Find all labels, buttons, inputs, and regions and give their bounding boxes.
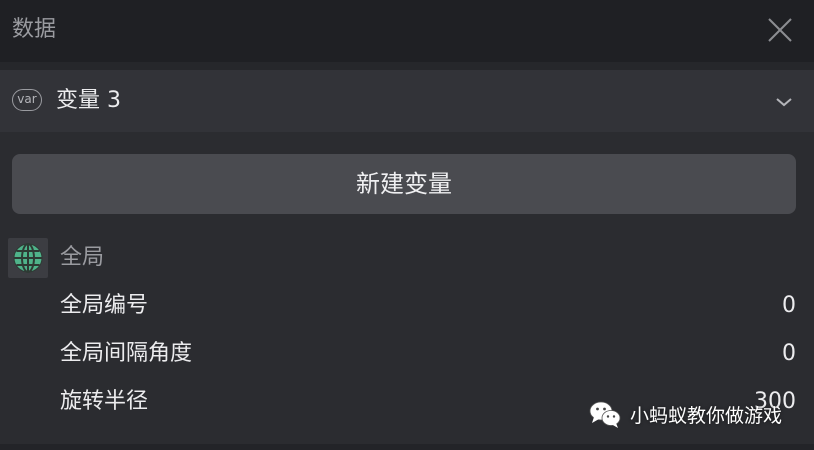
variable-selector[interactable]: var 变量 3 bbox=[0, 70, 814, 132]
chevron-down-icon bbox=[776, 98, 792, 107]
selected-variable-label: 变量 3 bbox=[56, 88, 121, 113]
close-button[interactable] bbox=[764, 14, 796, 46]
panel-title: 数据 bbox=[12, 17, 57, 42]
header-divider bbox=[0, 62, 814, 70]
variable-value[interactable]: 0 bbox=[782, 290, 796, 322]
bottom-divider bbox=[0, 444, 814, 450]
close-icon bbox=[768, 18, 792, 42]
watermark: 小蚂蚁教你做游戏 bbox=[588, 396, 782, 432]
globe-icon bbox=[13, 243, 43, 273]
wechat-icon bbox=[589, 401, 621, 428]
panel-header: 数据 bbox=[0, 0, 814, 62]
variable-row[interactable]: 全局间隔角度 0 bbox=[0, 332, 814, 376]
new-variable-button[interactable]: 新建变量 bbox=[12, 154, 796, 214]
var-icon: var bbox=[12, 89, 42, 111]
variable-name: 全局编号 bbox=[60, 293, 149, 318]
variable-row[interactable]: 全局编号 0 bbox=[0, 284, 814, 328]
section-title-global: 全局 bbox=[60, 245, 105, 270]
global-section-icon-wrap bbox=[8, 238, 48, 278]
variable-name: 全局间隔角度 bbox=[60, 341, 193, 366]
variable-value[interactable]: 0 bbox=[782, 338, 796, 370]
watermark-text: 小蚂蚁教你做游戏 bbox=[630, 404, 783, 427]
variable-name: 旋转半径 bbox=[60, 389, 149, 414]
